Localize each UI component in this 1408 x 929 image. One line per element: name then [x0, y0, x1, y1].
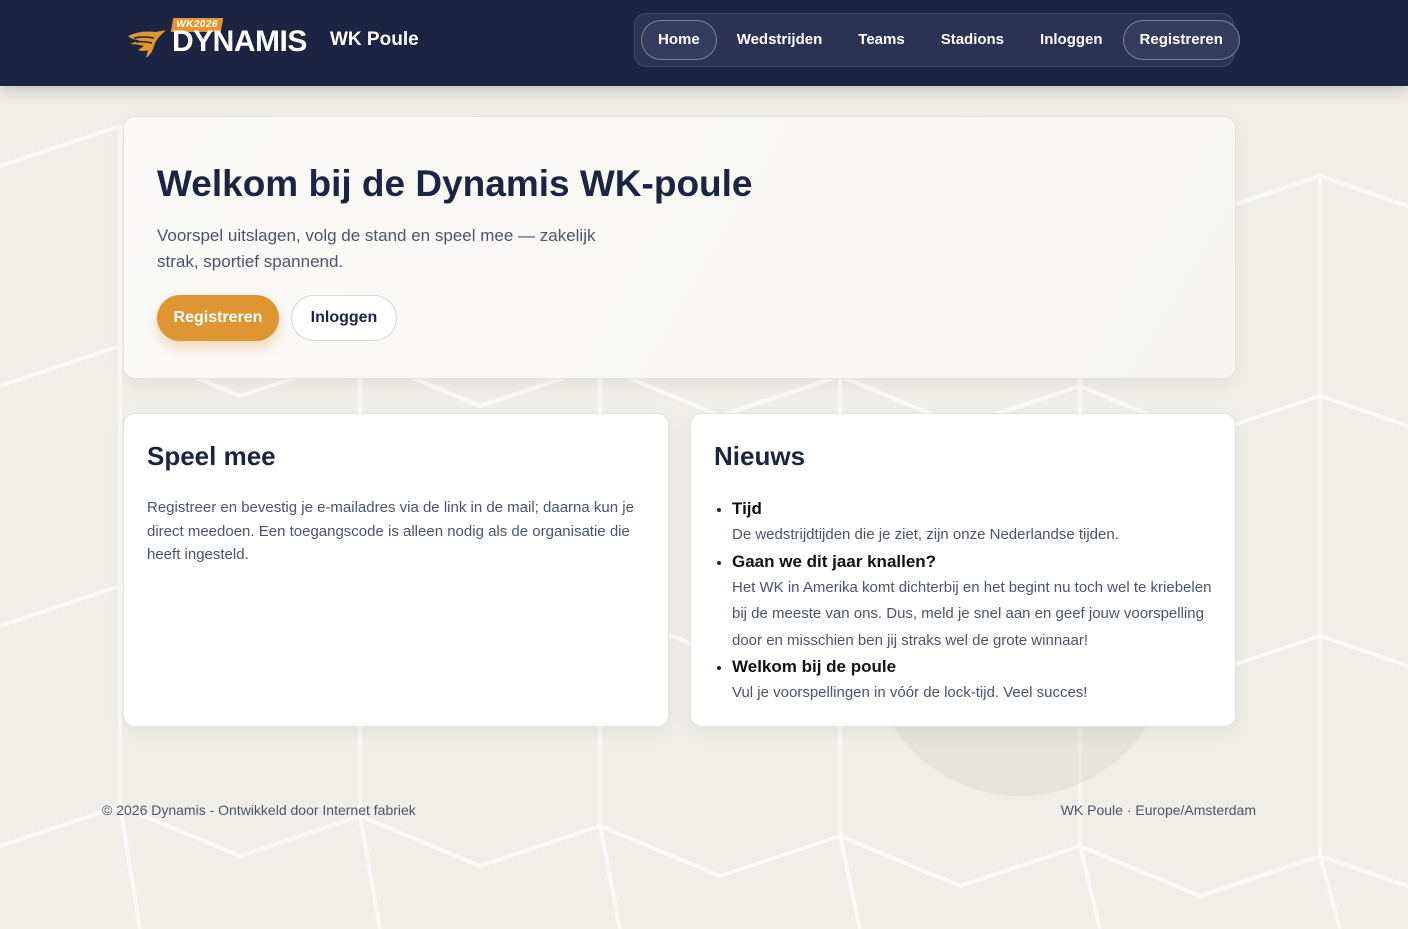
nav-stadions[interactable]: Stadions	[925, 20, 1020, 60]
nav-inloggen[interactable]: Inloggen	[1024, 20, 1119, 60]
news-item-body: De wedstrijdtijden die je ziet, zijn onz…	[732, 526, 1119, 543]
logo-wordmark: DYNAMIS	[172, 25, 307, 58]
nav-registreren[interactable]: Registreren	[1122, 20, 1240, 60]
login-button[interactable]: Inloggen	[291, 295, 397, 341]
hero-title: Welkom bij de Dynamis WK-poule	[157, 163, 753, 204]
news-item-body: Vul je voorspellingen in vóór de lock-ti…	[732, 684, 1088, 701]
footer-timezone: WK Poule · Europe/Amsterdam	[1060, 802, 1256, 818]
news-item: Welkom bij de poule Vul je voorspellinge…	[732, 654, 1212, 707]
register-button[interactable]: Registreren	[157, 295, 279, 341]
news-item: Gaan we dit jaar knallen? Het WK in Amer…	[732, 549, 1212, 655]
nieuws-title: Nieuws	[714, 441, 806, 471]
speel-mee-text: Registreer en bevestig je e-mailadres vi…	[147, 499, 634, 563]
news-list: Tijd De wedstrijdtijden die je ziet, zij…	[714, 496, 1212, 707]
nieuws-card: Nieuws Tijd De wedstrijdtijden die je zi…	[690, 413, 1236, 727]
news-item-title: Tijd	[732, 499, 762, 518]
speel-mee-card: Speel mee Registreer en bevestig je e-ma…	[123, 413, 669, 727]
news-item: Tijd De wedstrijdtijden die je ziet, zij…	[732, 496, 1212, 549]
main-nav: Home Wedstrijden Teams Stadions Inloggen…	[634, 13, 1240, 67]
nav-wedstrijden[interactable]: Wedstrijden	[721, 20, 839, 60]
hero-subtitle: Voorspel uitslagen, volg de stand en spe…	[157, 226, 596, 271]
speel-mee-title: Speel mee	[147, 441, 276, 471]
nav-teams[interactable]: Teams	[842, 20, 920, 60]
nav-home[interactable]: Home	[641, 20, 717, 60]
news-item-title: Gaan we dit jaar knallen?	[732, 551, 937, 571]
site-title: WK Poule	[330, 29, 419, 50]
lion-logo-icon	[128, 30, 166, 58]
hero-card: Welkom bij de Dynamis WK-poule Voorspel …	[123, 116, 1236, 379]
top-navigation-bar: WK2026 DYNAMIS WK Poule Home Wedstrijden…	[0, 0, 1408, 86]
news-item-body: Het WK in Amerika komt dichterbij en het…	[732, 578, 1212, 649]
dynamis-logo[interactable]: WK2026 DYNAMIS	[126, 16, 307, 62]
footer-copyright: © 2026 Dynamis - Ontwikkeld door Interne…	[102, 802, 416, 818]
news-item-title: Welkom bij de poule	[732, 657, 897, 676]
